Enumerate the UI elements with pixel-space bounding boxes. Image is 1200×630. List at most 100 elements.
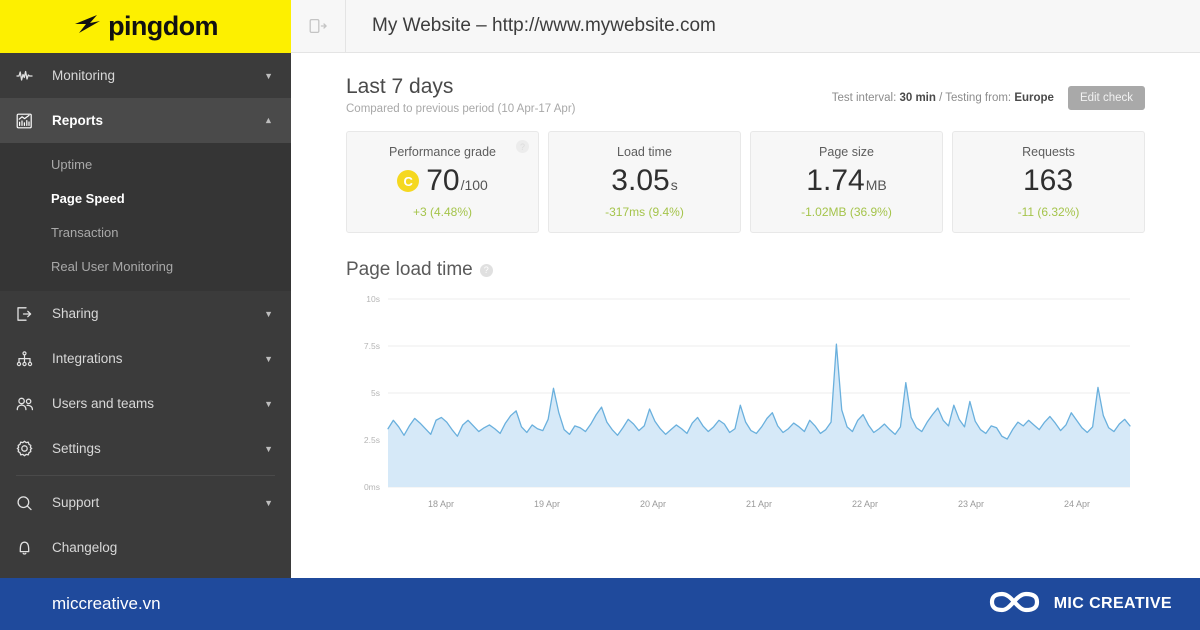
test-interval-value: 30 min <box>899 92 936 104</box>
banner-brand-name: MIC CREATIVE <box>1053 595 1172 612</box>
sidebar-subitem-real-user-monitoring[interactable]: Real User Monitoring <box>0 249 291 283</box>
sidebar-expand-icon[interactable] <box>291 0 346 52</box>
grade-badge: C <box>397 170 420 192</box>
chart-svg: 10s 7.5s 5s 2.5s 0ms 18 Apr 19 Apr 20 Apr 21 Apr… <box>364 294 1131 509</box>
sitemap-icon <box>16 350 42 367</box>
banner-brand: MIC CREATIVE <box>989 587 1172 622</box>
metric-unit: /100 <box>460 177 488 193</box>
sidebar-item-label: Reports <box>52 113 104 128</box>
chart-x-tick-label: 18 Apr <box>428 499 454 509</box>
check-meta-row: Test interval: 30 min / Testing from: Eu… <box>832 75 1145 110</box>
chart-y-tick-label: 5s <box>371 388 380 398</box>
sidebar-subitem-label: Uptime <box>51 156 93 172</box>
metric-value-row: 3.05 s <box>611 166 677 196</box>
pingdom-logo[interactable]: pingdom <box>0 0 291 53</box>
metric-card-load-time[interactable]: Load time 3.05 s -317ms (9.4%) <box>548 131 741 233</box>
sidebar-item-label: Changelog <box>52 540 118 555</box>
sidebar-subitem-label: Page Speed <box>51 190 125 206</box>
mic-creative-infinity-icon <box>989 587 1041 622</box>
chevron-down-icon[interactable]: ▼ <box>264 309 273 319</box>
sidebar-item-monitoring[interactable]: Monitoring ▼ <box>0 53 291 98</box>
metric-value-row: 163 <box>1023 166 1074 196</box>
sidebar-item-label: Monitoring <box>52 68 116 83</box>
metric-unit: MB <box>865 177 887 193</box>
chevron-down-icon[interactable]: ▼ <box>264 498 273 508</box>
gear-icon <box>16 440 42 457</box>
metric-card-page-size[interactable]: Page size 1.74 MB -1.02MB (36.9%) <box>750 131 943 233</box>
sidebar-subitem-uptime[interactable]: Uptime <box>0 147 291 181</box>
sidebar-item-integrations[interactable]: Integrations ▼ <box>0 336 291 381</box>
metric-delta: -11 (6.32%) <box>1017 205 1080 219</box>
sidebar-item-reports[interactable]: Reports ▼ <box>0 98 291 143</box>
page-load-time-chart[interactable]: 10s 7.5s 5s 2.5s 0ms 18 Apr 19 Apr 20 Apr 21 Apr… <box>346 291 1145 519</box>
metric-cards: ? Performance grade C 70 /100 +3 (4.48%)… <box>346 131 1145 233</box>
period-row: Last 7 days Compared to previous period … <box>346 75 1145 115</box>
metric-card-performance-grade[interactable]: ? Performance grade C 70 /100 +3 (4.48%) <box>346 131 539 233</box>
period-title: Last 7 days <box>346 75 454 98</box>
sidebar-item-settings[interactable]: Settings ▼ <box>0 426 291 471</box>
chevron-down-icon[interactable]: ▼ <box>264 444 273 454</box>
chevron-down-icon[interactable]: ▼ <box>264 71 273 81</box>
sidebar-item-label: Sharing <box>52 306 99 321</box>
pingdom-swoosh-icon <box>73 13 103 40</box>
metric-label: Requests <box>1022 145 1075 159</box>
test-interval-text: Test interval: 30 min / Testing from: Eu… <box>832 92 1054 104</box>
main-content: Last 7 days Compared to previous period … <box>291 53 1200 578</box>
metric-unit: s <box>670 177 678 193</box>
metric-value: 1.74 <box>806 164 865 197</box>
pingdom-logo-text: pingdom <box>108 11 218 41</box>
sidebar-subitem-transaction[interactable]: Transaction <box>0 215 291 249</box>
help-icon[interactable]: ? <box>479 263 493 277</box>
pulse-icon <box>16 68 42 84</box>
metric-card-requests[interactable]: Requests 163 -11 (6.32%) <box>952 131 1145 233</box>
metric-label: Performance grade <box>388 145 496 159</box>
page-title: My Website – http://www.mywebsite.com <box>372 15 716 36</box>
chevron-down-icon[interactable]: ▼ <box>264 354 273 364</box>
chart-y-tick-label: 2.5s <box>364 435 380 445</box>
chart-header: Page load time ? <box>346 259 1145 281</box>
sidebar-subitem-label: Real User Monitoring <box>51 258 174 274</box>
testing-from-value: Europe <box>1014 92 1054 104</box>
chart-x-tick-label: 22 Apr <box>852 499 878 509</box>
sidebar-item-support[interactable]: Support ▼ <box>0 480 291 525</box>
test-interval-prefix: Test interval: <box>831 92 900 104</box>
sidebar-item-label: Support <box>52 495 100 510</box>
metric-value: 70 <box>426 164 460 197</box>
metric-delta: -317ms (9.4%) <box>605 205 684 219</box>
chart-y-tick-label: 0ms <box>364 482 380 492</box>
users-icon <box>16 396 42 412</box>
chart-x-tick-label: 24 Apr <box>1064 499 1090 509</box>
metric-value: 3.05 <box>611 164 670 197</box>
sidebar-item-label: Settings <box>52 441 101 456</box>
sidebar: pingdom Monitoring ▼ Reports ▼ Uptime Pa… <box>0 0 291 578</box>
chart-area-fill <box>388 344 1130 487</box>
chevron-down-icon[interactable]: ▼ <box>264 399 273 409</box>
chart-x-tick-label: 19 Apr <box>534 499 560 509</box>
share-export-icon <box>16 306 42 322</box>
sidebar-reports-subnav: Uptime Page Speed Transaction Real User … <box>0 143 291 291</box>
metric-value-row: C 70 /100 <box>397 166 488 196</box>
testing-from-prefix: / Testing from: <box>935 92 1015 104</box>
sidebar-item-label: Integrations <box>52 351 123 366</box>
chart-title: Page load time <box>346 259 473 280</box>
sidebar-item-sharing[interactable]: Sharing ▼ <box>0 291 291 336</box>
bell-icon <box>16 540 42 556</box>
metric-value-row: 1.74 MB <box>806 166 886 196</box>
sidebar-item-users-and-teams[interactable]: Users and teams ▼ <box>0 381 291 426</box>
watermark-banner: miccreative.vn MIC CREATIVE <box>0 578 1200 630</box>
edit-check-button[interactable]: Edit check <box>1067 86 1145 110</box>
sidebar-item-changelog[interactable]: Changelog <box>0 525 291 570</box>
chart-x-tick-label: 20 Apr <box>640 499 666 509</box>
chat-bubble-icon <box>16 495 42 511</box>
top-bar: My Website – http://www.mywebsite.com <box>291 0 1200 53</box>
metric-delta: +3 (4.48%) <box>412 205 473 219</box>
help-icon[interactable]: ? <box>516 140 529 153</box>
pingdom-page-speed-screenshot: pingdom Monitoring ▼ Reports ▼ Uptime Pa… <box>0 0 1200 630</box>
period-subtitle: Compared to previous period (10 Apr-17 A… <box>346 103 576 115</box>
sidebar-nav: Monitoring ▼ Reports ▼ Uptime Page Speed… <box>0 53 291 570</box>
banner-url: miccreative.vn <box>52 594 161 613</box>
chevron-up-icon[interactable]: ▼ <box>264 116 273 126</box>
sidebar-subitem-page-speed[interactable]: Page Speed <box>0 181 291 215</box>
metric-label: Load time <box>617 145 672 159</box>
chart-y-tick-label: 10s <box>366 294 380 304</box>
